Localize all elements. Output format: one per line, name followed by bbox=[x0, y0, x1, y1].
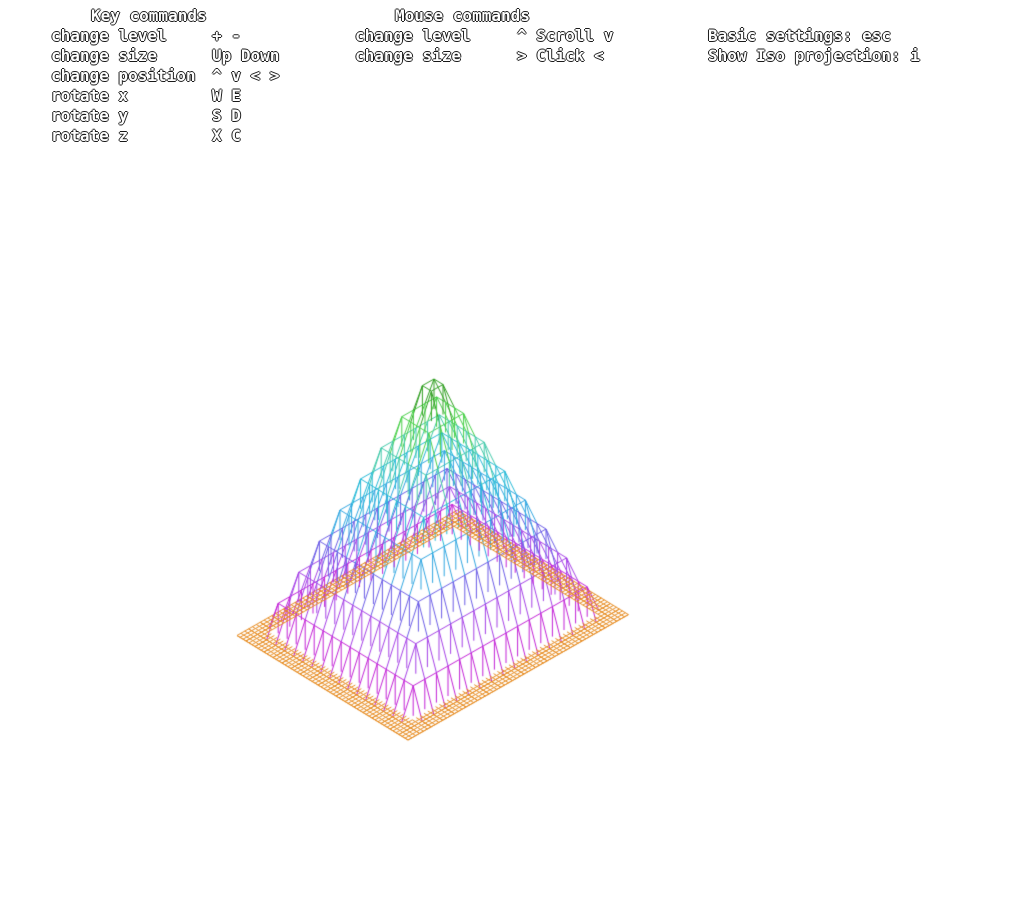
wireframe-map-viewport[interactable] bbox=[0, 0, 1024, 922]
mouse-command-keys: ^ Scroll v bbox=[517, 26, 614, 45]
basic-settings-hint: Basic settings: esc bbox=[708, 26, 892, 45]
mouse-command-label: change level bbox=[355, 26, 471, 45]
key-command-keys: + - bbox=[212, 26, 241, 45]
key-command-keys: ^ v < > bbox=[212, 66, 280, 85]
key-command-label: rotate x bbox=[51, 86, 129, 105]
key-command-label: rotate y bbox=[51, 106, 129, 125]
key-command-keys: S D bbox=[212, 106, 241, 125]
mouse-commands-header: Mouse commands bbox=[395, 6, 530, 25]
mouse-command-keys: > Click < bbox=[517, 46, 604, 65]
key-command-keys: W E bbox=[212, 86, 241, 105]
key-command-label: change size bbox=[51, 46, 157, 65]
key-command-label: rotate z bbox=[51, 126, 129, 145]
key-commands-header: Key commands bbox=[91, 6, 207, 25]
key-command-keys: X C bbox=[212, 126, 241, 145]
key-command-keys: Up Down bbox=[212, 46, 280, 65]
key-command-label: change position bbox=[51, 66, 196, 85]
iso-projection-hint: Show Iso projection: i bbox=[708, 46, 920, 65]
key-command-label: change level bbox=[51, 26, 167, 45]
mouse-command-label: change size bbox=[355, 46, 461, 65]
